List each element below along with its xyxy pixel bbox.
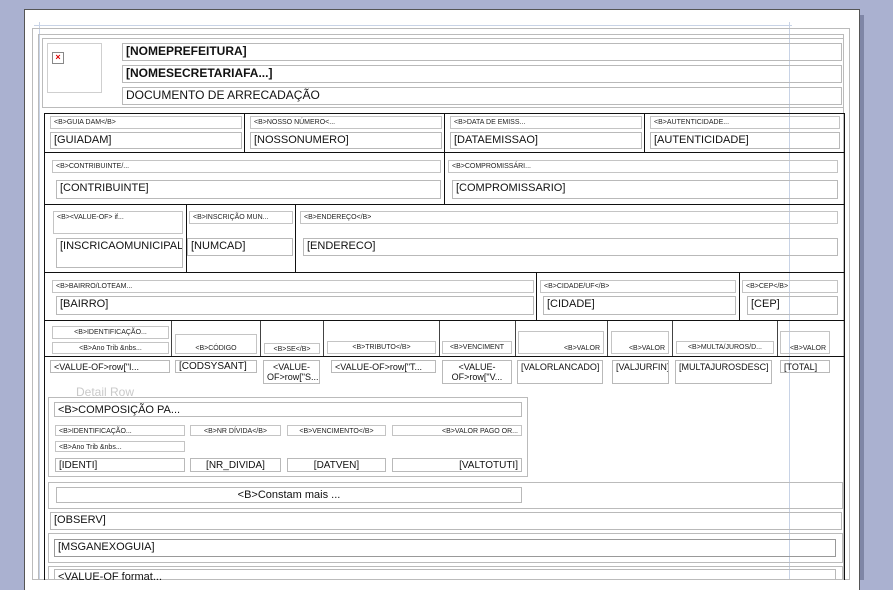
td-codsysant[interactable]: [CODSYSANT]: [175, 360, 257, 373]
col-divider: [739, 272, 740, 320]
composicao-title[interactable]: <B>COMPOSIÇÃO PA...: [54, 402, 522, 417]
guia-dam-field[interactable]: [GUIADAM]: [50, 132, 242, 149]
cidade-field[interactable]: [CIDADE]: [543, 296, 736, 315]
autenticidade-field[interactable]: [AUTENTICIDADE]: [650, 132, 840, 149]
section-line: [44, 204, 845, 205]
td-identificacao[interactable]: <VALUE-OF>row["I...: [50, 360, 170, 373]
msganexo-field[interactable]: [MSGANEXOGUIA]: [54, 539, 836, 557]
contribuinte-label[interactable]: <B>CONTRIBUINTE/...: [52, 160, 441, 173]
col-divider: [607, 321, 608, 356]
comp-datven-field[interactable]: [DATVEN]: [287, 458, 386, 472]
footer-value-field[interactable]: <VALUE-OF format...: [54, 569, 836, 580]
td-valjurfin[interactable]: [VALJURFIN]: [612, 360, 669, 384]
cep-label[interactable]: <B>CEP</B>: [742, 280, 838, 293]
data-emissao-field[interactable]: [DATAEMISSAO]: [450, 132, 642, 149]
bairro-field[interactable]: [BAIRRO]: [56, 296, 534, 315]
col-divider: [444, 152, 445, 204]
section-border-left: [44, 113, 45, 580]
nosso-numero-label[interactable]: <B>NOSSO NÚMERO<...: [250, 116, 442, 129]
comp-identificacao-label[interactable]: <B>IDENTIFICAÇÃO...: [55, 425, 185, 436]
guia-dam-label[interactable]: <B>GUIA DAM</B>: [50, 116, 242, 129]
comp-nr-divida-field[interactable]: [NR_DIVIDA]: [190, 458, 281, 472]
bairro-label[interactable]: <B>BAIRRO/LOTEAM...: [52, 280, 534, 293]
th-valor-total[interactable]: <B>VALOR: [780, 331, 830, 354]
margin-guide-top: [34, 25, 792, 26]
section-line: [44, 320, 845, 321]
td-total[interactable]: [TOTAL]: [780, 360, 830, 373]
td-tributo[interactable]: <VALUE-OF>row["T...: [331, 360, 436, 373]
td-vencimento[interactable]: <VALUE-OF>row["V...: [442, 360, 512, 384]
col-divider: [515, 321, 516, 356]
inscricao-municipal-field[interactable]: [INSCRICAOMUNICIPAL]: [56, 238, 183, 268]
comp-identi-field[interactable]: [IDENTI]: [55, 458, 185, 472]
th-se[interactable]: <B>SE</B>: [264, 343, 320, 354]
nome-secretaria-field[interactable]: [NOMESECRETARIAFA...]: [122, 65, 842, 83]
td-se[interactable]: <VALUE-OF>row["S...: [263, 360, 320, 384]
col-divider: [777, 321, 778, 356]
doc-title-label[interactable]: DOCUMENTO DE ARRECADAÇÃO: [122, 87, 842, 105]
col-divider: [244, 113, 245, 152]
comp-nr-divida-label[interactable]: <B>NR DÍVIDA</B>: [190, 425, 281, 436]
th-tributo[interactable]: <B>TRIBUTO</B>: [327, 341, 436, 354]
cep-field[interactable]: [CEP]: [747, 296, 838, 315]
col-divider: [672, 321, 673, 356]
th-multa-juros[interactable]: <B>MULTA/JUROS/D...: [676, 341, 774, 354]
value-of-label[interactable]: <B><VALUE-OF> if...: [53, 211, 183, 234]
col-divider: [439, 321, 440, 356]
comp-valor-pago-label[interactable]: <B>VALOR PAGO OR...: [392, 425, 522, 436]
col-divider: [644, 113, 645, 152]
col-divider: [323, 321, 324, 356]
col-divider: [295, 204, 296, 272]
compromissario-field[interactable]: [COMPROMISSARIO]: [452, 180, 838, 199]
logo-image-placeholder[interactable]: ×: [47, 43, 102, 93]
comp-ano-trib-label[interactable]: <B>Ano Trib &nbs...: [55, 441, 185, 452]
td-multajurosdesc[interactable]: [MULTAJUROSDESC]: [675, 360, 772, 384]
endereco-label[interactable]: <B>ENDEREÇO</B>: [300, 211, 838, 224]
inscricao-municipal-label[interactable]: <B>INSCRIÇÃO MUN...: [189, 211, 293, 224]
th-codigo[interactable]: <B>CÓDIGO: [175, 334, 257, 354]
nosso-numero-field[interactable]: [NOSSONUMERO]: [250, 132, 442, 149]
col-divider: [260, 321, 261, 356]
comp-vencimento-label[interactable]: <B>VENCIMENTO</B>: [287, 425, 386, 436]
section-border-right: [844, 113, 845, 580]
numcad-field[interactable]: [NUMCAD]: [187, 238, 293, 256]
comp-valtotuti-field[interactable]: [VALTOTUTI]: [392, 458, 522, 472]
td-valorlancado[interactable]: [VALORLANCADO]: [517, 360, 603, 384]
col-divider: [444, 113, 445, 152]
th-valor-lancado[interactable]: <B>VALOR: [518, 331, 604, 354]
compromissario-label[interactable]: <B>COMPROMISSÁRI...: [448, 160, 838, 173]
th-ano-trib[interactable]: <B>Ano Trib &nbs...: [52, 342, 169, 354]
endereco-field[interactable]: [ENDERECO]: [303, 238, 838, 256]
section-line: [44, 272, 845, 273]
col-divider: [536, 272, 537, 320]
th-valor-juros[interactable]: <B>VALOR: [611, 331, 669, 354]
broken-image-icon: ×: [52, 52, 64, 64]
constam-mais-field[interactable]: <B>Constam mais ...: [56, 487, 522, 503]
data-emissao-label[interactable]: <B>DATA DE EMISS...: [450, 116, 642, 129]
observ-field[interactable]: [OBSERV]: [50, 512, 842, 530]
col-divider: [171, 321, 172, 356]
section-line: [44, 356, 845, 357]
th-vencimento[interactable]: <B>VENCIMENT: [442, 341, 512, 354]
autenticidade-label[interactable]: <B>AUTENTICIDADE...: [650, 116, 840, 129]
nome-prefeitura-field[interactable]: [NOMEPREFEITURA]: [122, 43, 842, 61]
cidade-label[interactable]: <B>CIDADE/UF</B>: [540, 280, 736, 293]
th-identificacao[interactable]: <B>IDENTIFICAÇÃO...: [52, 326, 169, 339]
contribuinte-field[interactable]: [CONTRIBUINTE]: [56, 180, 441, 199]
